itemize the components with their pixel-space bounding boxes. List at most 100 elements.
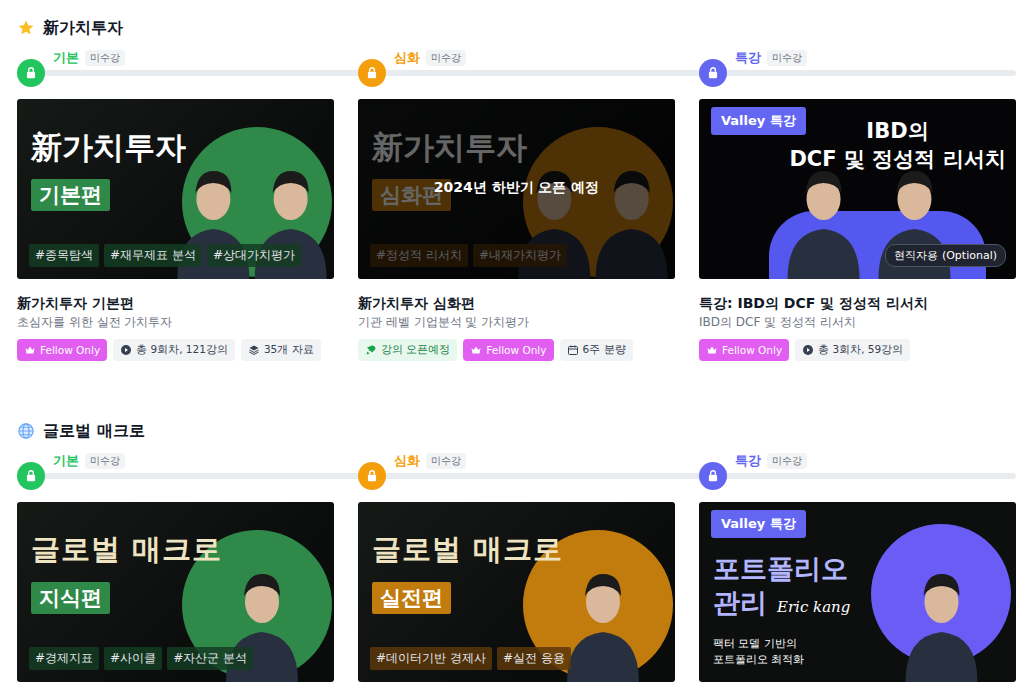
- course-tag: 6주 분량: [560, 339, 633, 361]
- hashtag: #실전 응용: [497, 647, 571, 670]
- lock-icon: [365, 469, 379, 483]
- course-thumbnail[interactable]: Valley 특강IBD의DCF 및 정성적 리서치현직자용 (Optional…: [699, 99, 1016, 279]
- status-badge: 미수강: [426, 453, 466, 469]
- lock-icon: [706, 66, 720, 80]
- hashtag: #데이터기반 경제사: [370, 647, 492, 670]
- hashtag: #상대가치평가: [207, 244, 301, 267]
- course-thumbnail[interactable]: 글로벌 매크로지식편 #경제지표#사이클#자산군 분석: [17, 502, 334, 682]
- course-title[interactable]: 특강: IBD의 DCF 및 정성적 리서치: [699, 293, 1016, 313]
- thumbnail-subtitle: 팩터 모델 기반의포트폴리오 최적화: [713, 636, 805, 668]
- course-title[interactable]: 新가치투자 기본편: [17, 293, 334, 313]
- level-step: 심화미수강: [358, 453, 675, 493]
- level-labels: 심화 미수강: [394, 50, 466, 66]
- course-card[interactable]: 新가치투자심화편#정성적 리서치#내재가치평가2024년 하반기 오픈 예정 新가…: [358, 99, 675, 361]
- lock-badge: [699, 59, 727, 87]
- tag-label: 35개 자료: [264, 343, 314, 357]
- thumbnail-title: IBD의DCF 및 정성적 리서치: [789, 117, 1006, 173]
- tag-label: Fellow Only: [486, 344, 546, 356]
- tag-label: Fellow Only: [722, 344, 782, 356]
- level-label: 특강: [735, 452, 761, 470]
- course-tag: Fellow Only: [699, 339, 789, 361]
- lock-badge: [17, 59, 45, 87]
- course-tags: Fellow Only 총 9회차, 121강의 35개 자료: [17, 339, 334, 361]
- tag-label: Fellow Only: [40, 344, 100, 356]
- hashtag: #자산군 분석: [167, 647, 253, 670]
- special-badge: Valley 특강: [711, 107, 806, 135]
- level-step: 특강미수강: [699, 50, 1016, 90]
- play-icon: [802, 344, 814, 356]
- course-description: 기관 레벨 기업분석 및 가치평가: [358, 313, 675, 331]
- thumbnail-title: 글로벌 매크로: [31, 530, 222, 570]
- hashtag: #경제지표: [29, 647, 99, 670]
- course-card[interactable]: 글로벌 매크로실전편 #데이터기반 경제사#실전 응용: [358, 502, 675, 682]
- rocket-icon: [365, 344, 377, 356]
- section-header: 新가치투자: [17, 16, 1016, 40]
- thumbnail-title: 글로벌 매크로: [372, 530, 563, 570]
- level-labels: 기본미수강: [53, 50, 125, 66]
- level-timeline: 기본미수강 심화 미수강 특강미수강: [17, 50, 1016, 90]
- tag-label: 총 3회차, 59강의: [818, 343, 903, 357]
- lock-badge: [358, 462, 386, 490]
- level-labels: 특강미수강: [735, 50, 807, 66]
- course-tag: 35개 자료: [241, 339, 321, 361]
- hashtag: #사이클: [104, 647, 162, 670]
- status-badge: 미수강: [767, 453, 807, 469]
- lock-icon: [24, 66, 38, 80]
- play-icon: [120, 344, 132, 356]
- title-line: DCF 및 정성적 리서치: [789, 145, 1006, 173]
- lock-badge: [699, 462, 727, 490]
- level-step: 심화 미수강: [358, 50, 675, 90]
- layers-icon: [248, 344, 260, 356]
- status-badge: 미수강: [85, 453, 125, 469]
- level-step: 기본미수강: [17, 50, 334, 90]
- thumbnail-title: 新가치투자: [31, 127, 186, 169]
- title-line: 관리Eric kang: [713, 586, 850, 624]
- calendar-icon: [567, 344, 579, 356]
- course-tag: Fellow Only: [463, 339, 553, 361]
- course-thumbnail[interactable]: 新가치투자기본편#종목탐색#재무제표 분석#상대가치평가: [17, 99, 334, 279]
- course-tag: 강의 오픈예정: [358, 339, 457, 361]
- course-title[interactable]: 新가치투자 심화편: [358, 293, 675, 313]
- instructor-photo: [879, 532, 1004, 682]
- hashtag: #종목탐색: [29, 244, 99, 267]
- course-section: 新가치투자기본미수강심화미수강특강미수강新가치투자기본편#종목탐색#재무제표 분…: [17, 16, 1016, 361]
- title-text: 포트폴리오: [713, 552, 848, 586]
- course-description: IBD의 DCF 및 정성적 리서치: [699, 313, 1016, 331]
- crown-icon: [470, 344, 482, 356]
- subtitle-line: 포트폴리오 최적화: [713, 652, 805, 668]
- course-card[interactable]: 글로벌 매크로지식편 #경제지표#사이클#자산군 분석: [17, 502, 334, 682]
- lock-badge: [17, 462, 45, 490]
- title-line: IBD의: [789, 117, 1006, 145]
- star-icon: [17, 19, 35, 37]
- status-badge: 미수강: [426, 50, 466, 66]
- course-card[interactable]: Valley 특강IBD의DCF 및 정성적 리서치현직자용 (Optional…: [699, 99, 1016, 361]
- course-grid: 新가치투자기본편#종목탐색#재무제표 분석#상대가치평가 新가치투자 기본편초심자…: [17, 99, 1016, 361]
- course-thumbnail[interactable]: Valley 특강포트폴리오관리Eric kang팩터 모델 기반의포트폴리오 …: [699, 502, 1016, 682]
- course-description: 초심자를 위한 실전 가치투자: [17, 313, 334, 331]
- audience-note: 현직자용 (Optional): [885, 244, 1006, 267]
- course-tag: 총 3회차, 59강의: [795, 339, 910, 361]
- course-tags: 강의 오픈예정 Fellow Only 6주 분량: [358, 339, 675, 361]
- tag-label: 총 9회차, 121강의: [136, 343, 228, 357]
- coming-soon-text: 2024년 하반기 오픈 예정: [358, 179, 675, 197]
- crown-icon: [706, 344, 718, 356]
- level-step: 특강 미수강: [699, 453, 1016, 493]
- course-card[interactable]: 新가치투자기본편#종목탐색#재무제표 분석#상대가치평가 新가치투자 기본편초심자…: [17, 99, 334, 361]
- level-timeline: 기본미수강심화미수강특강미수강: [17, 453, 1016, 493]
- level-label: 심화: [394, 49, 420, 67]
- level-labels: 특강 미수강: [735, 453, 807, 469]
- lock-icon: [24, 469, 38, 483]
- course-card[interactable]: Valley 특강포트폴리오관리Eric kang팩터 모델 기반의포트폴리오 …: [699, 502, 1016, 682]
- course-thumbnail[interactable]: 新가치투자심화편#정성적 리서치#내재가치평가2024년 하반기 오픈 예정: [358, 99, 675, 279]
- thumbnail-subtitle: 지식편: [31, 582, 110, 614]
- level-label: 특강: [735, 49, 761, 67]
- section-title: 新가치투자: [43, 18, 123, 39]
- course-grid: 글로벌 매크로지식편 #경제지표#사이클#자산군 분석 글로벌 매크로실전편 #데이터…: [17, 502, 1016, 682]
- section-header: 글로벌 매크로: [17, 419, 1016, 443]
- hashtag-list: #데이터기반 경제사#실전 응용: [370, 647, 571, 670]
- course-thumbnail[interactable]: 글로벌 매크로실전편 #데이터기반 경제사#실전 응용: [358, 502, 675, 682]
- lock-icon: [706, 469, 720, 483]
- thumbnail-subtitle: 실전편: [372, 582, 451, 614]
- title-line: 포트폴리오: [713, 552, 850, 586]
- level-labels: 심화미수강: [394, 453, 466, 469]
